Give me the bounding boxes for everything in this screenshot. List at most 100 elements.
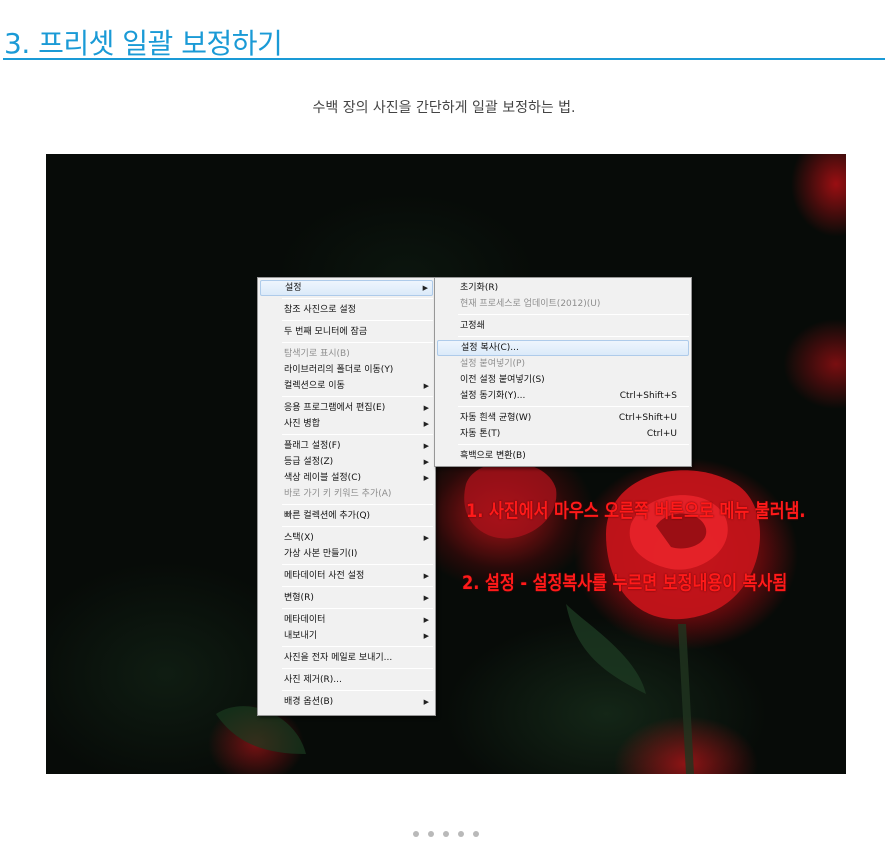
menu-item-label: 등급 설정(Z) [284, 457, 334, 467]
menu-item-label: 사진 병합 [284, 419, 320, 429]
context-menu-item[interactable]: 사진 제거(R)... [260, 672, 433, 688]
section-heading: 3. 프리셋 일괄 보정하기 [3, 18, 885, 60]
context-menu-item[interactable]: 사진을 전자 메일로 보내기... [260, 650, 433, 666]
context-menu: 설정 ▶ 참조 사진으로 설정두 번째 모니터에 잠금탐색기로 표시(B) 라이브러리… [257, 277, 436, 716]
menu-separator [282, 564, 433, 565]
menu-item-label: 내보내기 [284, 631, 318, 641]
menu-item-label: 응용 프로그램에서 편집(E) [284, 403, 386, 413]
submenu-item[interactable]: 고정쇄 [437, 318, 689, 334]
context-menu-item[interactable]: 내보내기 ▶ [260, 628, 433, 644]
context-menu-item[interactable]: 가상 사본 만들기(I) [260, 546, 433, 562]
menu-item-label: 두 번째 모니터에 잠금 [284, 327, 368, 337]
submenu-item-label: 이전 설정 붙여넣기(S) [460, 375, 545, 385]
pagination-dot[interactable] [473, 831, 479, 837]
submenu-arrow-icon: ▶ [423, 404, 429, 412]
page-title: 3. 프리셋 일괄 보정하기 [4, 27, 283, 60]
context-menu-item[interactable]: 메타데이터 사전 설정 ▶ [260, 568, 433, 584]
submenu-item[interactable]: 현재 프로세스로 업데이트(2012)(U) [437, 296, 689, 312]
context-menu-item[interactable]: 라이브러리의 폴더로 이동(Y) [260, 362, 433, 378]
submenu-arrow-icon: ▶ [423, 594, 429, 602]
menu-separator [458, 406, 689, 407]
shortcut-label: Ctrl+Shift+U [618, 413, 677, 423]
context-menu-item[interactable]: 배경 옵션(B) ▶ [260, 694, 433, 710]
context-menu-item[interactable]: 응용 프로그램에서 편집(E) ▶ [260, 400, 433, 416]
menu-separator [282, 298, 433, 299]
menu-separator [282, 396, 433, 397]
submenu-item[interactable]: 설정 붙여넣기(P) [437, 356, 689, 372]
menu-separator [282, 504, 433, 505]
menu-item-label: 변형(R) [284, 593, 314, 603]
menu-separator [458, 314, 689, 315]
context-menu-item[interactable]: 참조 사진으로 설정 [260, 302, 433, 318]
menu-item-label: 플래그 설정(F) [284, 441, 341, 451]
submenu-item[interactable]: 자동 흰색 균형(W) Ctrl+Shift+U [437, 410, 689, 426]
context-menu-item[interactable]: 스택(X) ▶ [260, 530, 433, 546]
submenu-arrow-icon: ▶ [423, 382, 429, 390]
menu-item-label: 가상 사본 만들기(I) [284, 549, 358, 559]
submenu-arrow-icon: ▶ [422, 284, 428, 292]
context-menu-item[interactable]: 등급 설정(Z) ▶ [260, 454, 433, 470]
context-menu-item[interactable]: 설정 ▶ [260, 280, 433, 296]
submenu-arrow-icon: ▶ [423, 442, 429, 450]
annotation-step-2: 2. 설정 - 설정복사를 누르면 보정내용이 복사됨 [462, 572, 788, 594]
context-menu-item[interactable]: 사진 병합 ▶ [260, 416, 433, 432]
menu-item-label: 사진을 전자 메일로 보내기... [284, 653, 393, 663]
context-menu-item[interactable]: 메타데이터 ▶ [260, 612, 433, 628]
context-menu-item[interactable]: 변형(R) ▶ [260, 590, 433, 606]
submenu-arrow-icon: ▶ [423, 420, 429, 428]
submenu-arrow-icon: ▶ [423, 632, 429, 640]
submenu-item-label: 자동 흰색 균형(W) [460, 413, 532, 423]
menu-separator [458, 444, 689, 445]
submenu-item-label: 자동 톤(T) [460, 429, 501, 439]
menu-item-label: 컬렉션으로 이동 [284, 381, 345, 391]
menu-item-label: 스택(X) [284, 533, 314, 543]
submenu-arrow-icon: ▶ [423, 698, 429, 706]
screenshot-photo: 설정 ▶ 참조 사진으로 설정두 번째 모니터에 잠금탐색기로 표시(B) 라이브러리… [46, 154, 846, 774]
menu-separator [282, 668, 433, 669]
submenu-arrow-icon: ▶ [423, 572, 429, 580]
settings-submenu: 초기화(R) 현재 프로세스로 업데이트(2012)(U) 고정쇄설정 복사(C).… [434, 277, 692, 467]
submenu-item[interactable]: 흑백으로 변환(B) [437, 448, 689, 464]
submenu-arrow-icon: ▶ [423, 474, 429, 482]
menu-item-label: 참조 사진으로 설정 [284, 305, 356, 315]
submenu-item-label: 설정 동기화(Y)... [460, 391, 526, 401]
submenu-item[interactable]: 설정 동기화(Y)... Ctrl+Shift+S [437, 388, 689, 404]
context-menu-item[interactable]: 빠른 컬렉션에 추가(Q) [260, 508, 433, 524]
pagination-dot[interactable] [413, 831, 419, 837]
subtitle: 수백 장의 사진을 간단하게 일괄 보정하는 법. [312, 100, 576, 116]
submenu-item-label: 설정 복사(C)... [461, 343, 519, 353]
menu-item-label: 메타데이터 [284, 615, 326, 625]
pagination-dot[interactable] [443, 831, 449, 837]
submenu-item[interactable]: 이전 설정 붙여넣기(S) [437, 372, 689, 388]
menu-item-label: 사진 제거(R)... [284, 675, 342, 685]
menu-separator [282, 342, 433, 343]
menu-item-label: 라이브러리의 폴더로 이동(Y) [284, 365, 394, 375]
submenu-arrow-icon: ▶ [423, 534, 429, 542]
submenu-item[interactable]: 초기화(R) [437, 280, 689, 296]
menu-separator [282, 608, 433, 609]
context-menu-item[interactable]: 색상 레이블 설정(C) ▶ [260, 470, 433, 486]
context-menu-item[interactable]: 플래그 설정(F) ▶ [260, 438, 433, 454]
menu-separator [458, 336, 689, 337]
shortcut-label: Ctrl+Shift+S [619, 391, 677, 401]
submenu-item-label: 흑백으로 변환(B) [460, 451, 526, 461]
submenu-item-label: 고정쇄 [460, 321, 485, 331]
submenu-item[interactable]: 설정 복사(C)... [437, 340, 689, 356]
context-menu-item[interactable]: 바로 가기 키 키워드 추가(A) [260, 486, 433, 502]
submenu-item[interactable]: 자동 톤(T) Ctrl+U [437, 426, 689, 442]
pagination-dot[interactable] [428, 831, 434, 837]
menu-item-label: 설정 [285, 283, 302, 293]
menu-item-label: 바로 가기 키 키워드 추가(A) [284, 489, 392, 499]
menu-separator [282, 586, 433, 587]
annotation-step-1: 1. 사진에서 마우스 오른쪽 버튼으로 메뉴 불러냄. [466, 500, 806, 522]
shortcut-label: Ctrl+U [646, 429, 677, 439]
menu-item-label: 배경 옵션(B) [284, 697, 334, 707]
submenu-arrow-icon: ▶ [423, 458, 429, 466]
submenu-item-label: 설정 붙여넣기(P) [460, 359, 525, 369]
context-menu-item[interactable]: 두 번째 모니터에 잠금 [260, 324, 433, 340]
menu-item-label: 메타데이터 사전 설정 [284, 571, 365, 581]
submenu-item-label: 초기화(R) [460, 283, 499, 293]
pagination-dot[interactable] [458, 831, 464, 837]
context-menu-item[interactable]: 탐색기로 표시(B) [260, 346, 433, 362]
context-menu-item[interactable]: 컬렉션으로 이동 ▶ [260, 378, 433, 394]
